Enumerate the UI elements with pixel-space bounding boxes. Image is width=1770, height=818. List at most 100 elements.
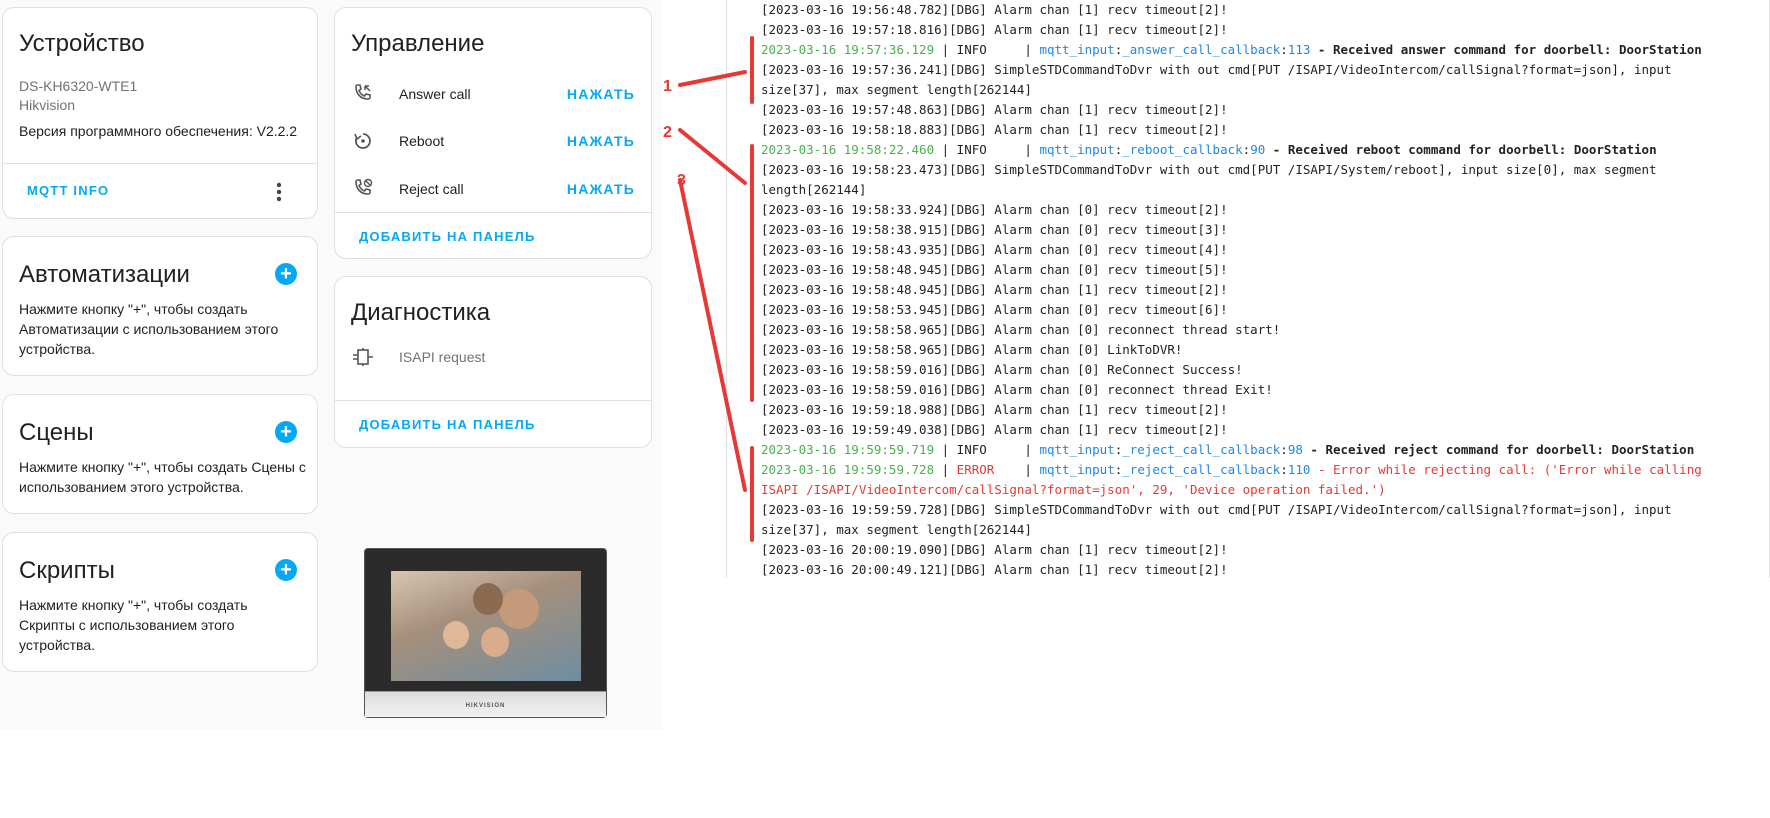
log-line: [2023-03-16 19:58:59.016][DBG] Alarm cha… — [761, 380, 1761, 400]
log-line: 2023-03-16 19:57:36.129 | INFO | mqtt_in… — [761, 40, 1761, 60]
device-card-title: Устройство — [19, 30, 145, 57]
scripts-card: Скрипты + Нажмите кнопку "+", чтобы созд… — [2, 532, 318, 672]
log-line: [2023-03-16 19:57:48.863][DBG] Alarm cha… — [761, 100, 1761, 120]
log-segment: | INFO | — [934, 142, 1040, 157]
log-segment: | INFO | — [934, 42, 1040, 57]
restart-icon — [351, 129, 375, 153]
log-segment: mqtt_input — [1039, 442, 1115, 457]
more-options-icon[interactable] — [271, 180, 287, 204]
reject-call-label: Reject call — [399, 181, 464, 197]
control-row-reject-call: Reject call НАЖАТЬ — [335, 169, 651, 209]
reject-call-press-button[interactable]: НАЖАТЬ — [567, 181, 635, 197]
log-line: size[37], max segment length[262144] — [761, 80, 1761, 100]
log-line: [2023-03-16 19:58:33.924][DBG] Alarm cha… — [761, 200, 1761, 220]
log-line: [2023-03-16 19:59:18.988][DBG] Alarm cha… — [761, 400, 1761, 420]
add-automation-button[interactable]: + — [275, 263, 297, 285]
log-line: [2023-03-16 19:58:48.945][DBG] Alarm cha… — [761, 260, 1761, 280]
log-line: [2023-03-16 19:58:53.945][DBG] Alarm cha… — [761, 300, 1761, 320]
log-segment: : — [1280, 42, 1288, 57]
scenes-card: Сцены + Нажмите кнопку "+", чтобы создат… — [2, 394, 318, 514]
log-line: [2023-03-16 19:58:58.965][DBG] Alarm cha… — [761, 340, 1761, 360]
log-line: [2023-03-16 19:58:38.915][DBG] Alarm cha… — [761, 220, 1761, 240]
log-line: [2023-03-16 19:58:48.945][DBG] Alarm cha… — [761, 280, 1761, 300]
log-segment: _reject_call_callback — [1122, 442, 1281, 457]
scripts-title: Скрипты — [19, 557, 115, 584]
log-segment: mqtt_input — [1039, 462, 1115, 477]
divider — [335, 212, 651, 213]
log-segment: 2023-03-16 19:57:36.129 — [761, 42, 935, 57]
automations-card: Автоматизации + Нажмите кнопку "+", чтоб… — [2, 236, 318, 376]
log-line: [2023-03-16 19:58:18.883][DBG] Alarm cha… — [761, 120, 1761, 140]
log-segment: 90 — [1250, 142, 1266, 157]
log-line: length[262144] — [761, 180, 1761, 200]
log-segment: [2023-03-16 19:57:48.863][DBG] Alarm cha… — [761, 102, 1228, 117]
log-segment: - Received answer command for doorbell: … — [1310, 42, 1702, 57]
add-to-panel-button[interactable]: ДОБАВИТЬ НА ПАНЕЛЬ — [359, 417, 535, 432]
log-segment: [2023-03-16 19:58:59.016][DBG] Alarm cha… — [761, 362, 1243, 377]
log-segment: : — [1280, 442, 1288, 457]
log-line: [2023-03-16 19:57:36.241][DBG] SimpleSTD… — [761, 60, 1761, 80]
log-segment: [2023-03-16 19:58:59.016][DBG] Alarm cha… — [761, 382, 1273, 397]
log-segment: 2023-03-16 19:59:59.728 — [761, 462, 935, 477]
answer-call-press-button[interactable]: НАЖАТЬ — [567, 86, 635, 102]
log-segment: 98 — [1287, 442, 1303, 457]
log-segment: 113 — [1287, 42, 1311, 57]
log-segment: [2023-03-16 19:58:48.945][DBG] Alarm cha… — [761, 262, 1228, 277]
add-to-panel-button[interactable]: ДОБАВИТЬ НА ПАНЕЛЬ — [359, 229, 535, 244]
device-manufacturer: Hikvision — [19, 97, 76, 113]
add-script-button[interactable]: + — [275, 559, 297, 581]
log-segment: [2023-03-16 19:59:59.728][DBG] SimpleSTD… — [761, 502, 1672, 517]
log-segment: [2023-03-16 19:58:48.945][DBG] Alarm cha… — [761, 282, 1228, 297]
log-segment: [2023-03-16 19:58:33.924][DBG] Alarm cha… — [761, 202, 1228, 217]
log-segment: ERROR — [956, 462, 995, 477]
scenes-title: Сцены — [19, 419, 94, 446]
family-figure — [473, 583, 503, 615]
log-segment: [2023-03-16 19:59:49.038][DBG] Alarm cha… — [761, 422, 1228, 437]
diagnostic-row-isapi: ISAPI request — [335, 337, 651, 377]
log-segment: - Error while rejecting call: ('Error wh… — [1310, 462, 1702, 477]
log-segment: [2023-03-16 19:58:53.945][DBG] Alarm cha… — [761, 302, 1228, 317]
reboot-press-button[interactable]: НАЖАТЬ — [567, 133, 635, 149]
log-segment: length[262144] — [761, 182, 867, 197]
log-line: 2023-03-16 19:59:59.728 | ERROR | mqtt_i… — [761, 460, 1761, 480]
log-segment: 110 — [1287, 462, 1311, 477]
device-photo: HIKVISION — [364, 548, 607, 718]
log-segment: [2023-03-16 19:57:36.241][DBG] SimpleSTD… — [761, 62, 1672, 77]
log-segment: size[37], max segment length[262144] — [761, 82, 1032, 97]
mqtt-info-button[interactable]: MQTT INFO — [27, 183, 109, 198]
log-line: [2023-03-16 19:59:59.728][DBG] SimpleSTD… — [761, 500, 1761, 520]
annotation-number-2: 2 — [663, 124, 672, 141]
phone-reject-icon — [351, 177, 375, 201]
isapi-request-label: ISAPI request — [399, 349, 486, 365]
log-segment: | — [934, 462, 957, 477]
device-brand-logo: HIKVISION — [465, 703, 506, 709]
diagnostics-title: Диагностика — [351, 299, 491, 326]
automations-text: Нажмите кнопку "+", чтобы создать Автома… — [19, 301, 279, 357]
log-line: [2023-03-16 19:58:58.965][DBG] Alarm cha… — [761, 320, 1761, 340]
log-segment: mqtt_input — [1039, 42, 1115, 57]
add-scene-button[interactable]: + — [275, 421, 297, 443]
divider — [3, 163, 317, 164]
divider — [335, 400, 651, 401]
log-viewer: [2023-03-16 19:56:48.782][DBG] Alarm cha… — [726, 0, 1770, 578]
phone-answer-icon — [351, 82, 375, 106]
log-line: size[37], max segment length[262144] — [761, 520, 1761, 540]
log-line: [2023-03-16 19:58:59.016][DBG] Alarm cha… — [761, 360, 1761, 380]
log-segment: [2023-03-16 19:58:58.965][DBG] Alarm cha… — [761, 322, 1281, 337]
control-row-reboot: Reboot НАЖАТЬ — [335, 121, 651, 161]
log-segment: mqtt_input — [1039, 142, 1115, 157]
family-figure — [499, 589, 539, 629]
log-line: [2023-03-16 19:58:43.935][DBG] Alarm cha… — [761, 240, 1761, 260]
log-segment: _reboot_callback — [1122, 142, 1243, 157]
log-line: [2023-03-16 19:58:23.473][DBG] SimpleSTD… — [761, 160, 1761, 180]
device-model: DS-KH6320-WTE1 — [19, 78, 138, 94]
log-segment: | — [994, 462, 1040, 477]
log-segment: : — [1280, 462, 1288, 477]
log-segment: _reject_call_callback — [1122, 462, 1281, 477]
scripts-text: Нажмите кнопку "+", чтобы создать Скрипт… — [19, 597, 248, 653]
log-line: [2023-03-16 19:57:18.816][DBG] Alarm cha… — [761, 20, 1761, 40]
family-figure — [443, 621, 469, 649]
log-line: 2023-03-16 19:59:59.719 | INFO | mqtt_in… — [761, 440, 1761, 460]
log-segment: _answer_call_callback — [1122, 42, 1281, 57]
log-segment: | INFO | — [934, 442, 1040, 457]
